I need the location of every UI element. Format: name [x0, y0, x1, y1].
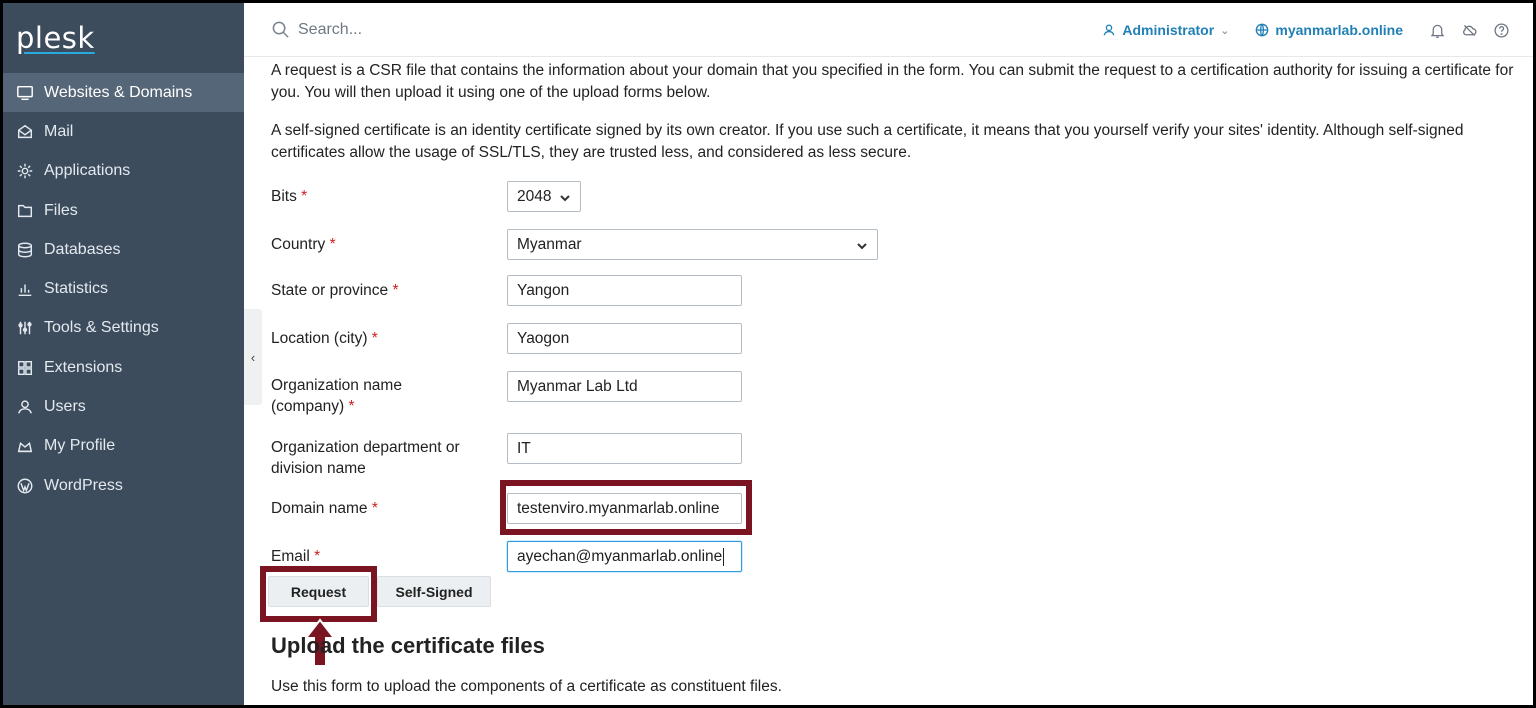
sliders-icon — [16, 319, 34, 337]
department-label: Organization department or division name — [271, 439, 460, 477]
sidebar-item-websites-domains[interactable]: Websites & Domains — [3, 73, 244, 113]
department-input[interactable]: IT — [507, 433, 742, 464]
bits-label: Bits * — [271, 188, 308, 205]
request-button-highlight — [260, 566, 377, 622]
mail-icon — [16, 123, 34, 141]
country-label: Country * — [271, 236, 336, 253]
sidebar-collapse-toggle[interactable]: ‹ — [244, 309, 262, 405]
domain-link[interactable]: myanmarlab.online — [1255, 22, 1403, 38]
bar-chart-icon — [16, 280, 34, 298]
domain-name-highlight — [500, 480, 752, 535]
organization-input[interactable]: Myanmar Lab Ltd — [507, 371, 742, 402]
state-input[interactable]: Yangon — [507, 275, 742, 306]
sidebar-item-label: Mail — [44, 122, 74, 140]
upload-section-title: Upload the certificate files — [271, 633, 545, 658]
csr-description: A request is a CSR file that contains th… — [271, 62, 1514, 101]
administrator-menu[interactable]: Administrator ⌄ — [1102, 22, 1229, 38]
state-label: State or province * — [271, 282, 399, 299]
intro-text: A request is a CSR file that contains th… — [271, 57, 1521, 164]
monitor-icon — [16, 84, 34, 102]
chevron-left-icon: ‹ — [250, 349, 256, 365]
database-icon — [16, 241, 34, 259]
user-icon — [16, 398, 34, 416]
upload-section-description: Use this form to upload the components o… — [271, 678, 782, 695]
search-box[interactable] — [271, 20, 598, 39]
administrator-label: Administrator — [1122, 22, 1215, 38]
country-select[interactable]: Myanmar — [507, 229, 878, 260]
sidebar-item-label: Tools & Settings — [44, 319, 159, 337]
domain-name-label: Domain name * — [271, 500, 378, 517]
top-bar-actions: Administrator ⌄ myanmarlab.online — [1102, 3, 1511, 57]
search-icon — [272, 21, 289, 38]
sidebar-item-users[interactable]: Users — [3, 387, 244, 426]
chevron-down-icon — [559, 191, 571, 203]
sidebar-item-label: Extensions — [44, 358, 123, 376]
self-signed-description: A self-signed certificate is an identity… — [271, 122, 1464, 161]
sidebar-item-label: Applications — [44, 162, 131, 180]
plesk-logo[interactable]: plesk — [3, 3, 244, 73]
organization-label: Organization name (company) * — [271, 377, 402, 415]
sidebar-item-mail[interactable]: Mail — [3, 112, 244, 151]
text-cursor — [723, 547, 725, 566]
email-label: Email * — [271, 548, 321, 565]
sidebar-item-my-profile[interactable]: My Profile — [3, 427, 244, 466]
notifications-icon[interactable] — [1427, 20, 1447, 40]
chevron-down-icon: ⌄ — [1220, 24, 1230, 37]
profile-icon — [16, 437, 34, 455]
gear-icon — [16, 162, 34, 180]
domain-label: myanmarlab.online — [1275, 22, 1403, 38]
chevron-down-icon — [856, 239, 868, 251]
sidebar-item-label: Statistics — [44, 280, 109, 298]
sidebar-item-label: Files — [44, 201, 78, 219]
sidebar-item-extensions[interactable]: Extensions — [3, 348, 244, 387]
city-input[interactable]: Yaogon — [507, 323, 742, 354]
help-icon[interactable] — [1491, 20, 1511, 40]
sidebar: plesk Websites & Domains Mail Applicatio… — [3, 3, 244, 705]
city-label: Location (city) * — [271, 330, 378, 347]
globe-icon — [1256, 23, 1269, 37]
sidebar-item-label: Websites & Domains — [44, 83, 193, 101]
bits-select[interactable]: 2048 — [507, 181, 581, 212]
folder-icon — [16, 202, 34, 220]
sidebar-item-applications[interactable]: Applications — [3, 152, 244, 191]
sidebar-item-label: Users — [44, 398, 86, 416]
email-input[interactable]: ayechan@myanmarlab.online — [507, 541, 742, 572]
search-input[interactable] — [298, 20, 598, 39]
sidebar-item-label: My Profile — [44, 437, 116, 455]
sidebar-item-label: WordPress — [44, 476, 123, 494]
sidebar-item-wordpress[interactable]: WordPress — [3, 466, 244, 505]
user-icon — [1103, 24, 1115, 36]
self-signed-button[interactable]: Self-Signed — [377, 576, 491, 607]
sidebar-item-tools-settings[interactable]: Tools & Settings — [3, 309, 244, 348]
sidebar-item-label: Databases — [44, 240, 121, 258]
sidebar-item-files[interactable]: Files — [3, 191, 244, 230]
top-bar: Administrator ⌄ myanmarlab.online — [244, 3, 1533, 57]
app-window: plesk Websites & Domains Mail Applicatio… — [3, 3, 1533, 705]
sidebar-item-databases[interactable]: Databases — [3, 230, 244, 269]
cloud-offline-icon[interactable] — [1459, 20, 1479, 40]
wordpress-icon — [16, 477, 34, 495]
sidebar-item-statistics[interactable]: Statistics — [3, 269, 244, 308]
grid-icon — [16, 359, 34, 377]
